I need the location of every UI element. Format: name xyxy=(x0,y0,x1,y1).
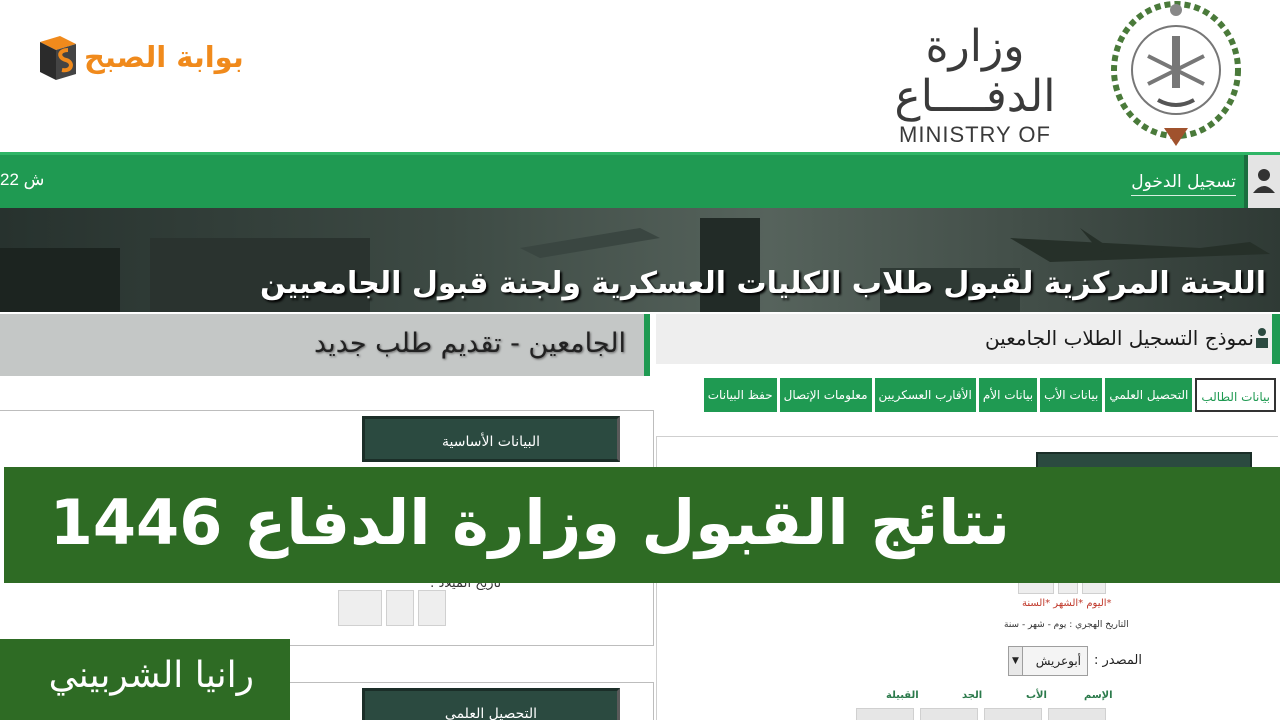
grandfather-name-field[interactable] xyxy=(920,708,978,720)
chevron-down-icon: ▼ xyxy=(1009,647,1023,675)
user-icon xyxy=(1253,169,1275,193)
author-tag: رانيا الشربيني xyxy=(0,639,290,720)
tab-contact-info[interactable]: معلومات الإتصال xyxy=(779,378,872,412)
headline-overlay: نتائج القبول وزارة الدفاع 1446 xyxy=(4,467,1280,583)
education-header: التحصيل العلمي xyxy=(362,688,620,720)
tribe-name-field[interactable] xyxy=(856,708,914,720)
ministry-emblem-icon xyxy=(1111,1,1241,146)
login-link[interactable]: تسجيل الدخول xyxy=(1131,172,1236,196)
tab-student-data[interactable]: بيانات الطالب xyxy=(1195,378,1276,412)
ministry-title-ar: وزارة الدفــــاع xyxy=(894,21,1056,122)
tab-military-relatives[interactable]: الأقارب العسكريين xyxy=(874,378,976,412)
source-label: المصدر : xyxy=(1094,653,1142,668)
tab-mother-data[interactable]: بيانات الأم xyxy=(978,378,1038,412)
ministry-title: وزارة الدفــــاع MINISTRY OF DEFENSE xyxy=(850,22,1100,174)
dob-year-field[interactable] xyxy=(338,590,382,626)
hijri-day-field[interactable] xyxy=(1082,582,1106,594)
application-section-title: الجامعين - تقديم طلب جديد xyxy=(314,328,626,359)
date-text: 22 ش xyxy=(0,170,45,189)
site-logo-icon xyxy=(40,36,76,80)
dob-day-field[interactable] xyxy=(418,590,446,626)
first-name-label: الإسم xyxy=(1084,690,1113,701)
form-section-title: نموذج التسجيل الطلاب الجامعين xyxy=(984,326,1254,350)
hijri-month-field[interactable] xyxy=(1058,582,1078,594)
hero-banner: اللجنة المركزية لقبول طلاب الكليات العسك… xyxy=(0,208,1280,312)
dob-month-field[interactable] xyxy=(386,590,414,626)
source-select-value: أبوعريش xyxy=(1035,654,1081,668)
form-tabs: بيانات الطالب التحصيل العلمي بيانات الأب… xyxy=(662,378,1276,412)
first-name-field[interactable] xyxy=(1048,708,1106,720)
tab-father-data[interactable]: بيانات الأب xyxy=(1040,378,1103,412)
author-name: رانيا الشربيني xyxy=(48,655,254,696)
hijri-date-note: التاريخ الهجري : يوم - شهر - سنة xyxy=(1004,620,1129,630)
source-select[interactable]: أبوعريش ▼ xyxy=(1008,646,1088,676)
hijri-year-field[interactable] xyxy=(1018,582,1054,594)
tab-save-data[interactable]: حفظ البيانات xyxy=(703,378,777,412)
headline-text: نتائج القبول وزارة الدفاع 1446 xyxy=(49,486,1010,559)
top-navbar: 22 ش تسجيل الدخول xyxy=(0,152,1280,208)
tab-education[interactable]: التحصيل العلمي xyxy=(1105,378,1193,412)
user-account-button[interactable] xyxy=(1244,155,1280,208)
father-name-field[interactable] xyxy=(984,708,1042,720)
student-icon xyxy=(1256,328,1268,348)
page-header: بوابة الصبح وزارة الدفــــاع MINISTRY OF… xyxy=(0,0,1280,174)
form-section-header: نموذج التسجيل الطلاب الجامعين xyxy=(656,314,1280,364)
grandfather-name-label: الجد xyxy=(962,690,983,701)
application-section-header: الجامعين - تقديم طلب جديد xyxy=(0,314,650,376)
basic-data-header: البيانات الأساسية xyxy=(362,416,620,462)
father-name-label: الأب xyxy=(1026,690,1047,701)
banner-title: اللجنة المركزية لقبول طلاب الكليات العسك… xyxy=(259,266,1266,301)
tribe-name-label: القبيلة xyxy=(886,690,919,701)
site-logo-text: بوابة الصبح xyxy=(84,40,245,74)
hijri-date-fields-label: *اليوم *الشهر *السنة xyxy=(1022,598,1112,609)
